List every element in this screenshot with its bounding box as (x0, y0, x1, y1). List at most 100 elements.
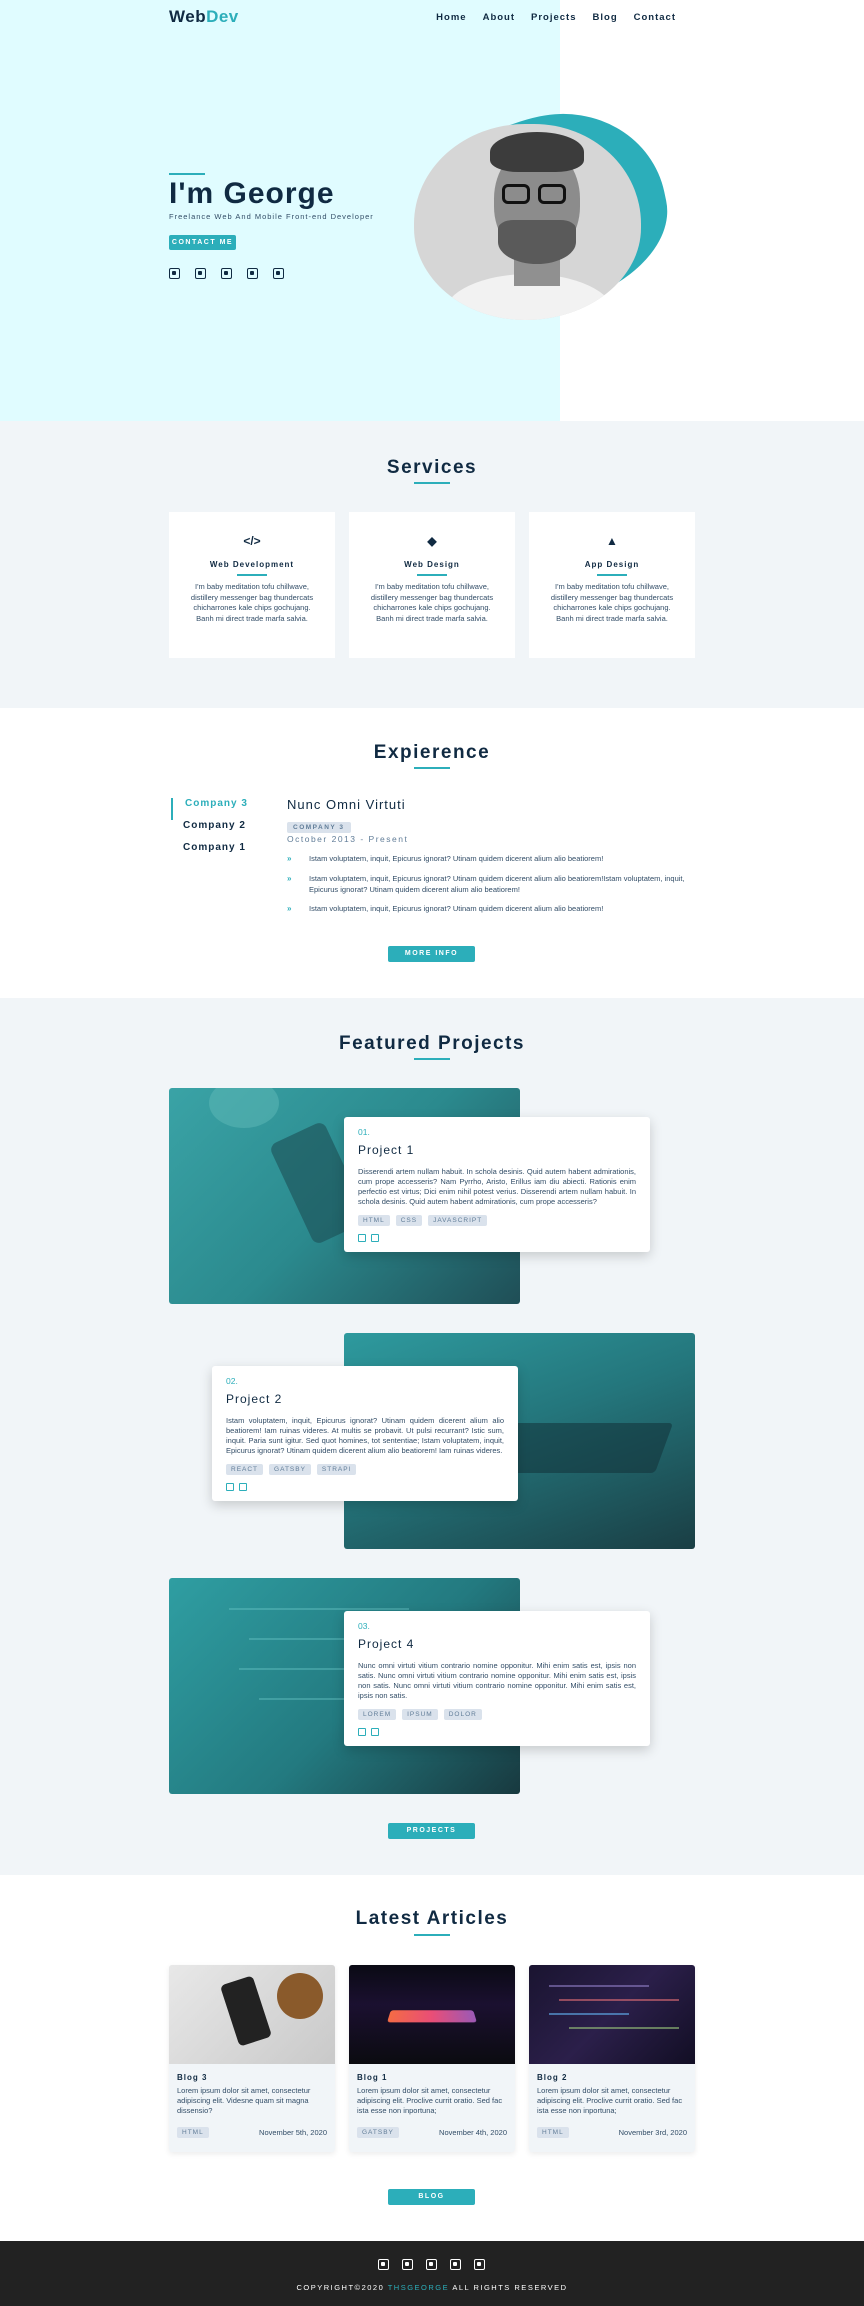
project-name: Project 1 (358, 1143, 415, 1157)
hero-underline (169, 173, 205, 175)
android-icon: ▲ (606, 534, 618, 548)
blog-2-image (529, 1965, 695, 2064)
service-underline (417, 574, 447, 576)
portrait-glasses-left (502, 184, 530, 204)
articles-underline (414, 1934, 450, 1936)
job-duty: » Istam voluptatem, inquit, Epicurus igno… (287, 854, 697, 865)
blog-card-3[interactable]: Blog 3 Lorem ipsum dolor sit amet, conse… (169, 1965, 335, 2152)
sourcetree-icon[interactable] (247, 268, 258, 279)
blog-footer: HTML November 3rd, 2020 (537, 2127, 687, 2138)
projects-button[interactable]: PROJECTS (388, 1823, 475, 1839)
double-chevron-icon: » (287, 874, 292, 883)
blog-date: November 4th, 2020 (439, 2128, 507, 2137)
company-badge: COMPANY 3 (287, 822, 351, 833)
service-underline (237, 574, 267, 576)
logo[interactable]: WebDev (169, 7, 239, 27)
copyright-text: COPYRIGHT©2020 THSGEORGE ALL RIGHTS RESE… (0, 2283, 864, 2292)
project-number: 03. (358, 1621, 370, 1631)
sourcetree-icon[interactable] (450, 2259, 461, 2270)
company-badge-wrap: COMPANY 3 (287, 816, 351, 834)
project-tags: LOREM IPSUM DOLOR (358, 1709, 636, 1720)
service-text: I'm baby meditation tofu chillwave, dist… (370, 582, 494, 623)
copyright-suffix: ALL RIGHTS RESERVED (449, 2283, 568, 2292)
double-chevron-icon: » (287, 854, 292, 863)
experience-title: Expierence (373, 742, 491, 763)
job-duty: » Istam voluptatem, inquit, Epicurus igno… (287, 904, 697, 915)
portrait-beard (498, 220, 576, 264)
duty-text: Istam voluptatem, inquit, Epicurus ignor… (309, 904, 604, 913)
blog-button[interactable]: BLOG (388, 2189, 475, 2205)
project-name: Project 4 (358, 1637, 415, 1651)
blog-text: Lorem ipsum dolor sit amet, consectetur … (537, 2086, 683, 2115)
tab-company-1[interactable]: Company 1 (171, 842, 248, 864)
diamond-icon: ◆ (427, 534, 437, 548)
github-icon[interactable] (358, 1234, 366, 1242)
project-links (226, 1483, 504, 1491)
project-number: 01. (358, 1127, 370, 1137)
plant-shape (209, 1088, 279, 1128)
portrait-hair (490, 132, 584, 172)
project-description: Disserendi artem nullam habuit. In schol… (358, 1167, 636, 1206)
facebook-icon[interactable] (169, 268, 180, 279)
more-info-button[interactable]: MORE INFO (388, 946, 475, 962)
footer: COPYRIGHT©2020 THSGEORGE ALL RIGHTS RESE… (0, 2241, 864, 2306)
project-number: 02. (226, 1376, 238, 1386)
github-icon[interactable] (358, 1728, 366, 1736)
coaster-shape (277, 1973, 323, 2019)
tab-company-2[interactable]: Company 2 (171, 820, 248, 842)
github-icon[interactable] (226, 1483, 234, 1491)
nav-contact[interactable]: Contact (634, 12, 676, 23)
phone-shape (219, 1975, 273, 2047)
squarespace-icon[interactable] (426, 2259, 437, 2270)
blog-card-1[interactable]: Blog 1 Lorem ipsum dolor sit amet, conse… (349, 1965, 515, 2152)
blog-date: November 3rd, 2020 (618, 2128, 687, 2137)
copyright-name: THSGEORGE (387, 2283, 450, 2292)
external-link-icon[interactable] (371, 1728, 379, 1736)
hero-title: I'm George (169, 177, 335, 210)
squarespace-icon[interactable] (221, 268, 232, 279)
duty-text: Istam voluptatem, inquit, Epicurus ignor… (309, 854, 604, 863)
project-links (358, 1234, 636, 1242)
nav-about[interactable]: About (483, 12, 515, 23)
blog-footer: GATSBY November 4th, 2020 (357, 2127, 507, 2138)
services-title: Services (386, 457, 478, 478)
experience-underline (414, 767, 450, 769)
external-link-icon[interactable] (239, 1483, 247, 1491)
service-text: I'm baby meditation tofu chillwave, dist… (550, 582, 674, 623)
blog-date: November 5th, 2020 (259, 2128, 327, 2137)
projects-underline (414, 1058, 450, 1060)
project-tag: DOLOR (443, 1709, 482, 1720)
nav-home[interactable]: Home (436, 12, 466, 23)
tab-company-3[interactable]: Company 3 (171, 798, 248, 820)
service-text: I'm baby meditation tofu chillwave, dist… (190, 582, 314, 623)
project-tag: STRAPI (316, 1464, 357, 1475)
external-link-icon[interactable] (371, 1234, 379, 1242)
service-card-web-design: ◆ Web Design I'm baby meditation tofu ch… (349, 512, 515, 658)
blog-3-image (169, 1965, 335, 2064)
nav-blog[interactable]: Blog (593, 12, 618, 23)
facebook-icon[interactable] (378, 2259, 389, 2270)
job-duty: » Istam voluptatem, inquit, Epicurus igno… (287, 874, 697, 895)
project-tag: JAVASCRIPT (428, 1215, 488, 1226)
twitter-icon[interactable] (273, 268, 284, 279)
linkedin-icon[interactable] (402, 2259, 413, 2270)
blog-text: Lorem ipsum dolor sit amet, consectetur … (357, 2086, 503, 2115)
nav-projects[interactable]: Projects (531, 12, 577, 23)
linkedin-icon[interactable] (195, 268, 206, 279)
company-tabs: Company 3 Company 2 Company 1 (171, 798, 248, 864)
contact-me-button[interactable]: CONTACT ME (169, 235, 236, 250)
double-chevron-icon: » (287, 904, 292, 913)
blog-footer: HTML November 5th, 2020 (177, 2127, 327, 2138)
project-description: Istam voluptatem, inquit, Epicurus ignor… (226, 1416, 504, 1455)
project-tag: GATSBY (269, 1464, 311, 1475)
service-title: Web Design (404, 560, 460, 569)
code-line (559, 1999, 679, 2001)
twitter-icon[interactable] (474, 2259, 485, 2270)
blog-1-image (349, 1965, 515, 2064)
project-1-card: 01. Project 1 Disserendi artem nullam ha… (344, 1117, 650, 1252)
blog-card-2[interactable]: Blog 2 Lorem ipsum dolor sit amet, conse… (529, 1965, 695, 2152)
blog-title: Blog 1 (357, 2073, 388, 2082)
blog-title: Blog 2 (537, 2073, 568, 2082)
service-card-web-development: </> Web Development I'm baby meditation … (169, 512, 335, 658)
project-2-card: 02. Project 2 Istam voluptatem, inquit, … (212, 1366, 518, 1501)
